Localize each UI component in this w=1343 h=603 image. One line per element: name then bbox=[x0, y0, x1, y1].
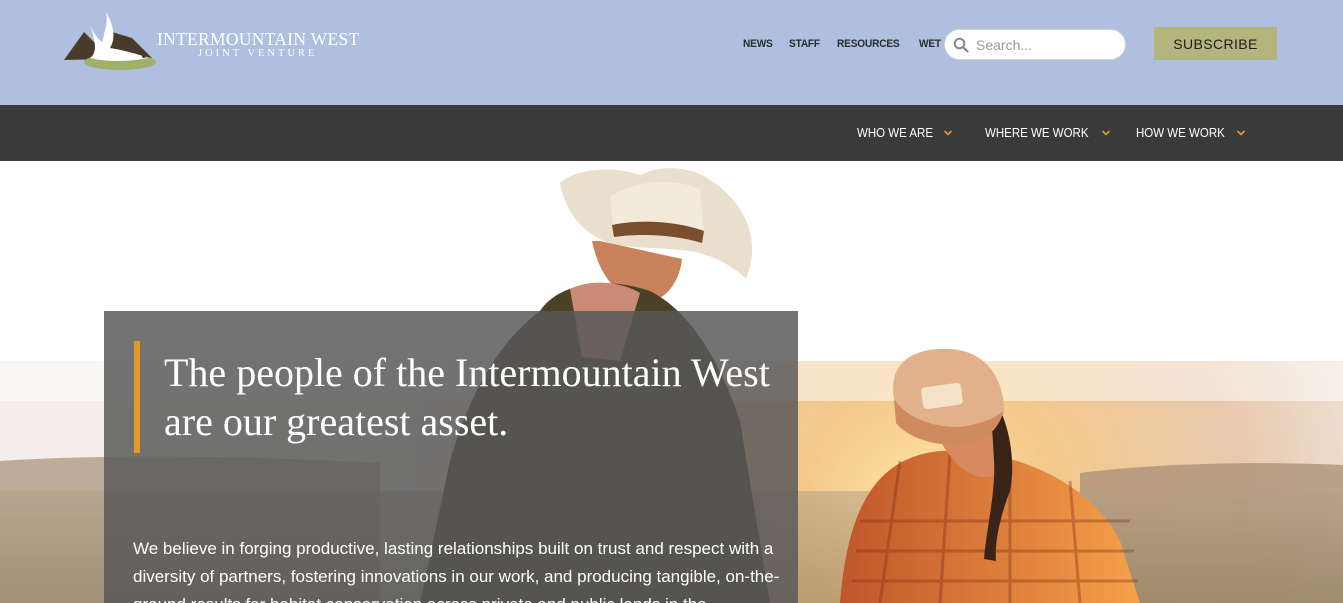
utility-link-resources[interactable]: RESOURCES bbox=[837, 38, 900, 50]
search-box bbox=[944, 29, 1126, 60]
utility-nav: NEWS STAFF RESOURCES WET bbox=[743, 38, 957, 50]
hero-heading: The people of the Intermountain West are… bbox=[164, 350, 770, 444]
nav-item-where-we-work[interactable]: WHERE WE WORK bbox=[985, 124, 1111, 142]
logo-title: INTERMOUNTAIN WEST bbox=[157, 29, 360, 49]
hero-body-text: We believe in forging productive, lastin… bbox=[133, 539, 780, 603]
site-logo[interactable]: INTERMOUNTAIN WEST JOINT VENTURE bbox=[62, 10, 372, 72]
goose-mountain-logo-icon bbox=[64, 12, 156, 70]
subscribe-button[interactable]: SUBSCRIBE bbox=[1154, 27, 1277, 60]
utility-link-news[interactable]: NEWS bbox=[743, 38, 773, 50]
utility-link-wet[interactable]: WET bbox=[919, 38, 941, 50]
accent-bar bbox=[134, 341, 140, 453]
hero-section: The people of the Intermountain West are… bbox=[0, 161, 1343, 603]
site-header: INTERMOUNTAIN WEST JOINT VENTURE NEWS ST… bbox=[0, 0, 1343, 105]
nav-item-label: WHO WE ARE bbox=[857, 126, 934, 140]
logo-subtitle: JOINT VENTURE bbox=[198, 48, 318, 59]
nav-item-how-we-work[interactable]: HOW WE WORK bbox=[1136, 124, 1246, 142]
chevron-down-icon bbox=[1101, 130, 1110, 136]
nav-item-label: WHERE WE WORK bbox=[985, 126, 1089, 140]
utility-link-staff[interactable]: STAFF bbox=[789, 38, 820, 50]
search-icon[interactable] bbox=[953, 37, 969, 53]
chevron-down-icon bbox=[1236, 130, 1245, 136]
chevron-down-icon bbox=[943, 130, 952, 136]
nav-item-label: HOW WE WORK bbox=[1136, 126, 1225, 140]
nav-item-who-we-are[interactable]: WHO WE ARE bbox=[857, 124, 953, 142]
main-nav: WHO WE ARE WHERE WE WORK HOW WE WORK bbox=[0, 105, 1343, 161]
hero-text-panel: The people of the Intermountain West are… bbox=[104, 311, 798, 603]
search-input[interactable] bbox=[976, 34, 1116, 56]
